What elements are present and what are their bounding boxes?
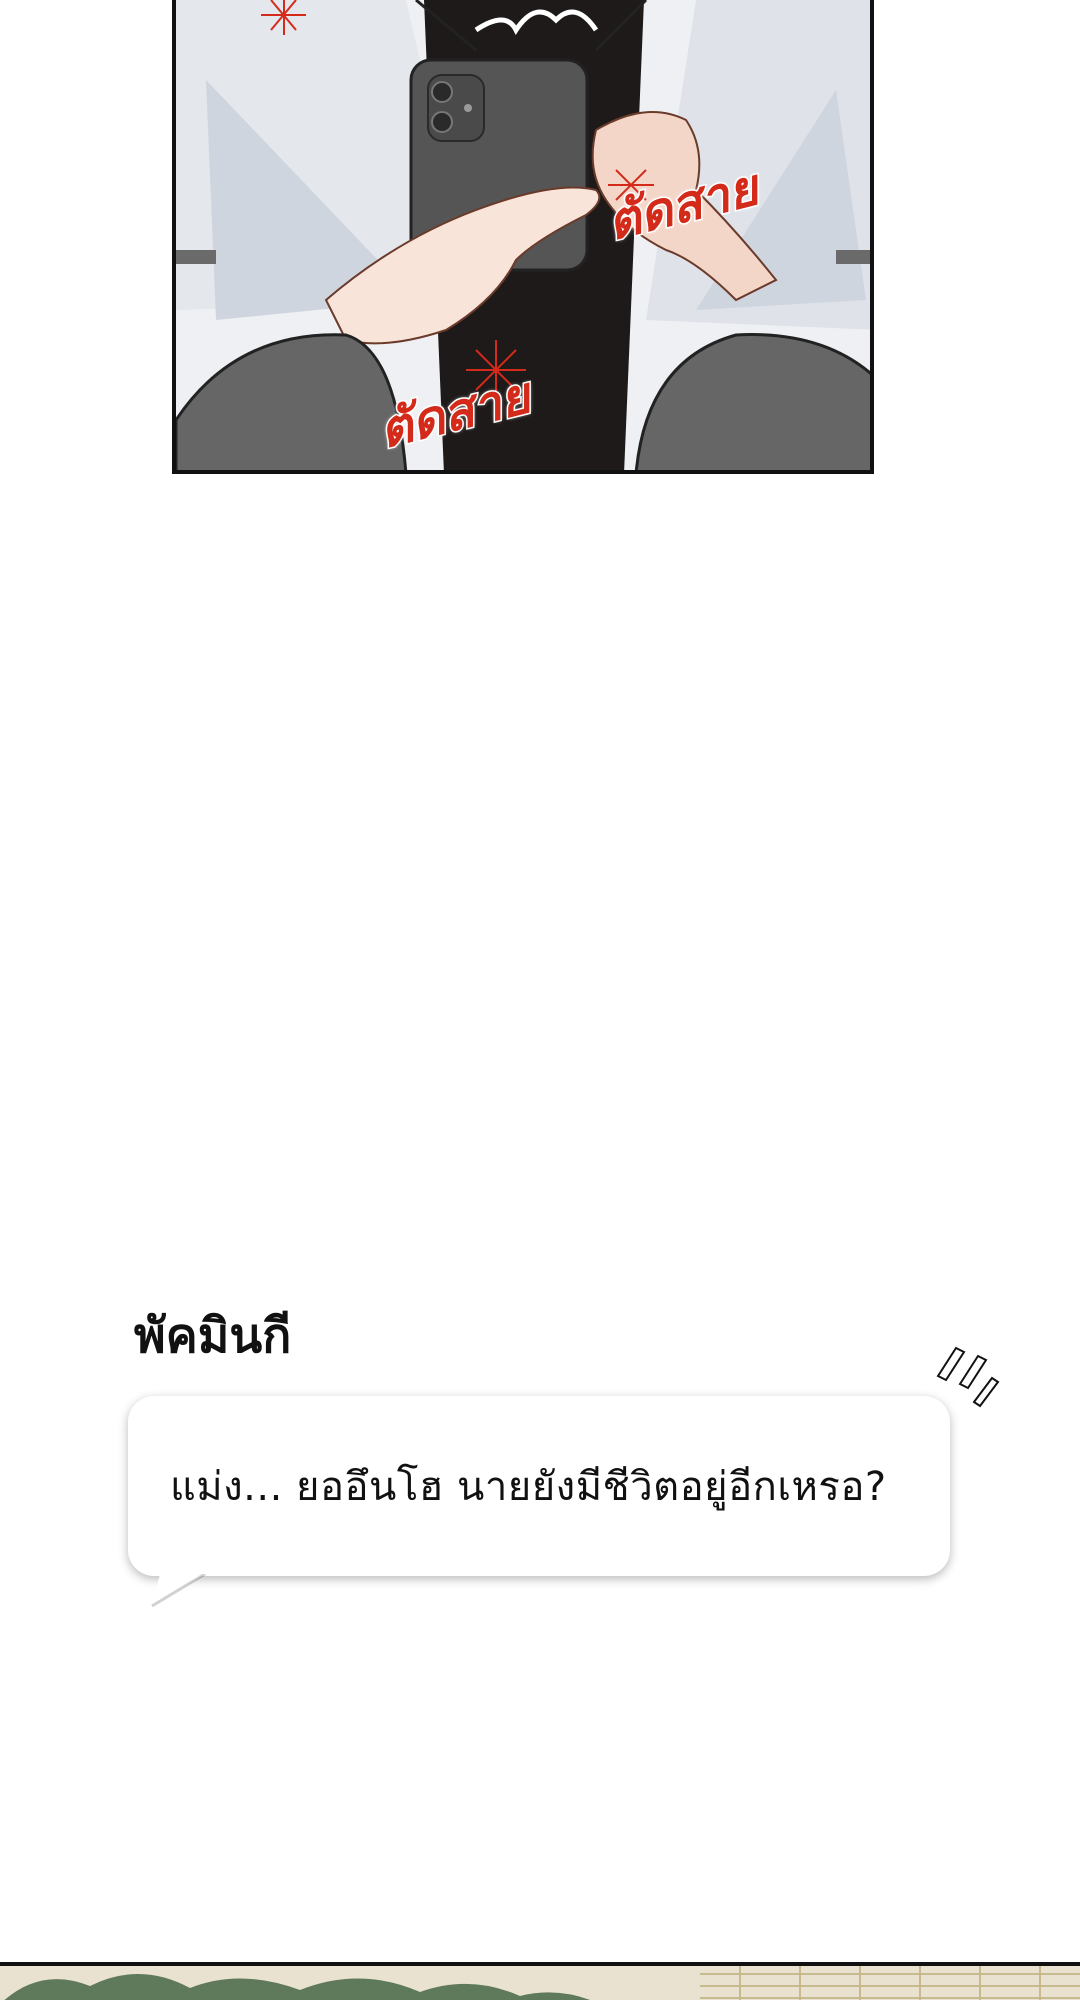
speech-bubble: แม่ง... ยออึนโฮ นายยังมีชีวิตอยู่อีกเหรอ… bbox=[128, 1396, 950, 1576]
comic-panel-phone: ตัดสาย ตัดสาย bbox=[172, 0, 874, 474]
panel-illustration bbox=[0, 1966, 1080, 2000]
dialogue-text: แม่ง... ยออึนโฮ นายยังมีชีวิตอยู่อีกเหรอ… bbox=[170, 1464, 887, 1510]
speech-bubble-tail bbox=[151, 1574, 206, 1608]
emphasis-marks-icon bbox=[936, 1346, 1000, 1408]
speaker-name: พัคมินกี bbox=[134, 1308, 292, 1364]
comic-panel-next bbox=[0, 1962, 1080, 2000]
